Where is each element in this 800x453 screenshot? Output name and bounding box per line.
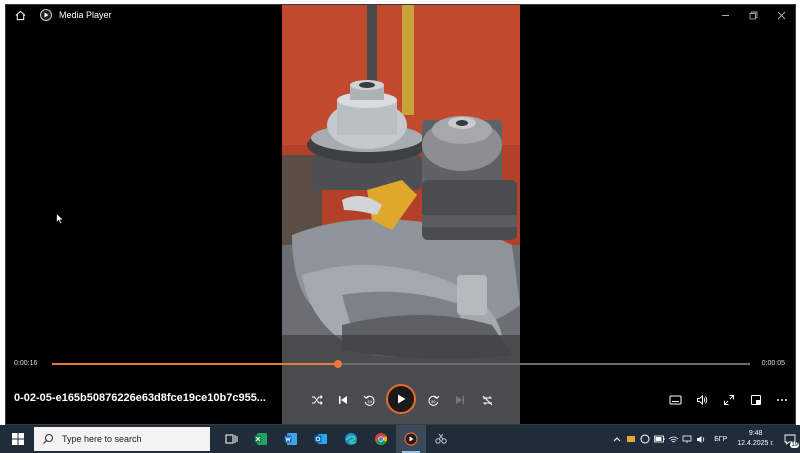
clock[interactable]: 9:48 12.4.2025 г. <box>737 429 774 449</box>
outlook-taskbar-button[interactable] <box>306 425 336 453</box>
repeat-button[interactable] <box>476 389 498 411</box>
video-frame[interactable] <box>282 5 520 424</box>
media-player-icon <box>404 432 418 446</box>
mouse-cursor <box>56 212 65 230</box>
wifi-icon[interactable] <box>666 425 680 453</box>
skip-forward-button[interactable]: 30 <box>422 389 444 411</box>
fullscreen-icon <box>724 395 734 405</box>
media-player-app-icon <box>40 9 52 21</box>
miniplayer-button[interactable] <box>745 389 767 411</box>
excel-taskbar-button[interactable] <box>246 425 276 453</box>
fullscreen-button[interactable] <box>718 389 740 411</box>
volume-icon <box>696 394 707 406</box>
window-title: Media Player <box>59 10 112 20</box>
more-options-button[interactable] <box>771 389 793 411</box>
notification-count: 19 <box>790 442 799 448</box>
previous-button[interactable] <box>332 389 354 411</box>
skip-forward-30-icon: 30 <box>428 395 439 406</box>
outlook-icon <box>314 434 327 444</box>
skip-back-button[interactable]: 10 <box>358 389 380 411</box>
app-tray-icon[interactable] <box>638 425 652 453</box>
media-player-taskbar-button[interactable] <box>396 425 426 453</box>
clock-date: 12.4.2025 г. <box>737 440 774 447</box>
chevron-up-icon[interactable] <box>610 425 624 453</box>
repeat-off-icon <box>482 395 492 405</box>
search-placeholder: Type here to search <box>62 434 142 444</box>
input-language[interactable]: БГР <box>714 436 727 443</box>
taskbar: Type here to search БГР 9:48 12.4.2025 г… <box>0 425 800 453</box>
next-icon <box>456 396 464 404</box>
edge-taskbar-button[interactable] <box>336 425 366 453</box>
system-tray: БГР 9:48 12.4.2025 г. 19 <box>610 425 800 453</box>
clock-time: 9:48 <box>748 430 763 437</box>
chrome-taskbar-button[interactable] <box>366 425 396 453</box>
start-button[interactable] <box>4 425 32 453</box>
excel-icon <box>254 433 267 445</box>
seek-bar-progress <box>52 363 339 365</box>
windows-logo-icon <box>12 433 24 445</box>
restore-button[interactable] <box>739 5 767 25</box>
volume-button[interactable] <box>691 389 713 411</box>
play-button[interactable] <box>386 384 416 414</box>
seek-bar[interactable] <box>52 360 750 368</box>
close-button[interactable] <box>767 5 795 25</box>
search-icon <box>43 433 54 444</box>
svg-text:30: 30 <box>431 399 436 404</box>
task-view-button[interactable] <box>216 425 246 453</box>
captions-button[interactable] <box>664 389 686 411</box>
photos-taskbar-button[interactable] <box>426 425 456 453</box>
skip-back-10-icon: 10 <box>363 395 374 406</box>
more-icon <box>777 399 787 401</box>
minimize-button[interactable] <box>711 5 739 25</box>
svg-text:10: 10 <box>367 399 372 404</box>
notification-center-button[interactable]: 19 <box>780 425 800 453</box>
taskbar-search-box[interactable]: Type here to search <box>34 427 210 451</box>
battery-icon[interactable] <box>652 425 666 453</box>
task-view-icon <box>225 434 237 443</box>
next-button[interactable] <box>449 389 471 411</box>
chrome-icon <box>375 433 388 446</box>
speaker-icon[interactable] <box>694 425 708 453</box>
video-image <box>282 5 520 424</box>
media-title: 0-02-05-e165b50876226e63d8fce19ce10b7c95… <box>14 392 266 404</box>
elapsed-time: 0:00:16 <box>14 360 38 367</box>
captions-icon <box>669 395 681 405</box>
antivirus-icon[interactable] <box>624 425 638 453</box>
network-icon[interactable] <box>680 425 694 453</box>
previous-icon <box>339 396 347 404</box>
shuffle-button[interactable] <box>306 389 328 411</box>
title-bar: Media Player <box>6 5 795 25</box>
play-icon <box>398 394 406 404</box>
media-player-window: Media Player 0:00:16 0:00:05 0-02-05-e16… <box>5 4 796 425</box>
miniplayer-icon <box>751 395 761 405</box>
home-icon[interactable] <box>12 7 28 23</box>
shuffle-icon <box>312 395 323 405</box>
word-taskbar-button[interactable] <box>276 425 306 453</box>
remaining-time: 0:00:05 <box>761 360 785 367</box>
edge-icon <box>345 433 357 445</box>
snipping-tool-icon <box>435 433 447 444</box>
word-icon <box>284 433 297 445</box>
